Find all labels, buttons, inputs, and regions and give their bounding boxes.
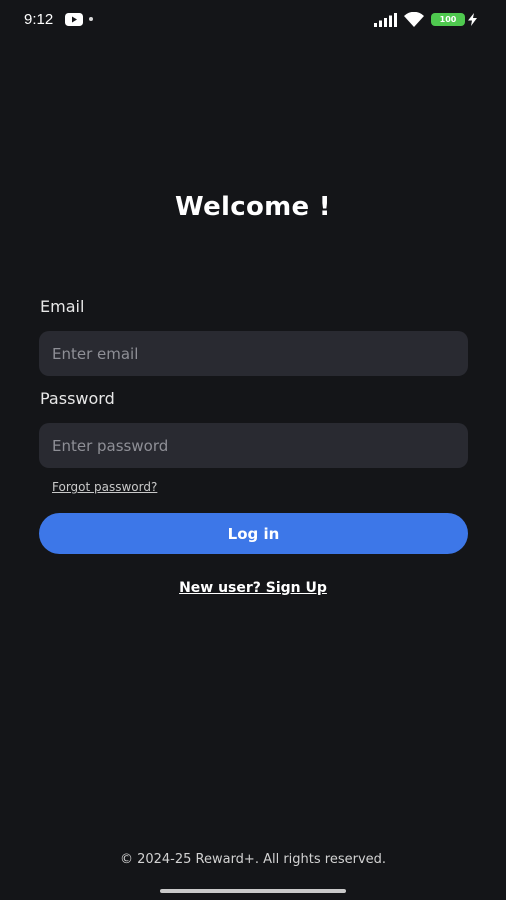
email-label: Email <box>40 297 85 316</box>
password-field[interactable] <box>39 423 468 468</box>
signup-link[interactable]: New user? Sign Up <box>0 580 506 596</box>
battery-level: 100 <box>439 14 457 24</box>
password-label: Password <box>40 389 115 408</box>
footer-copyright: © 2024-25 Reward+. All rights reserved. <box>119 852 387 867</box>
email-field[interactable] <box>39 331 468 376</box>
status-bar: 9:12 100 <box>0 0 506 40</box>
signal-icon <box>374 13 397 27</box>
login-button[interactable]: Log in <box>39 513 468 554</box>
page-title: Welcome ! <box>175 192 331 222</box>
youtube-icon <box>65 13 83 26</box>
charging-icon <box>468 13 477 26</box>
wifi-icon <box>404 12 424 27</box>
home-indicator[interactable] <box>160 889 346 893</box>
status-time: 9:12 <box>24 11 54 28</box>
notification-dot-icon <box>89 17 93 21</box>
battery-icon: 100 <box>431 13 465 26</box>
forgot-password-link[interactable]: Forgot password? <box>52 480 157 494</box>
